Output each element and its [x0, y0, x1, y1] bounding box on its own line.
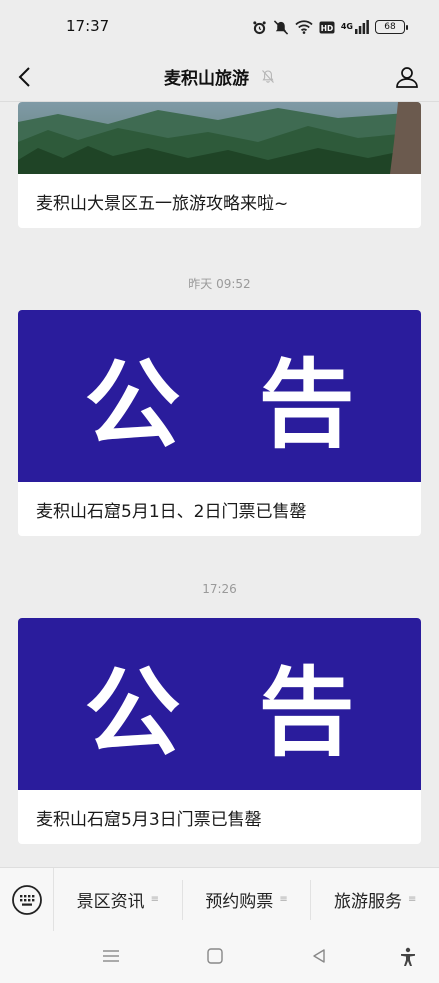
system-navigation-bar — [0, 931, 439, 983]
menu-item-label: 景区资讯 — [76, 892, 145, 912]
menu-item-label: 旅游服务 — [333, 892, 402, 912]
announcement-banner: 公 告 — [18, 618, 421, 790]
menu-item-travel-services[interactable]: 旅游服务 ≡ — [311, 880, 439, 920]
title-wrap: 麦积山旅游 — [0, 64, 439, 89]
wifi-icon — [295, 20, 313, 34]
article-card[interactable]: 公 告 麦积山石窟5月3日门票已售罄 — [18, 618, 421, 844]
accessibility-icon[interactable] — [399, 947, 417, 967]
keyboard-icon — [11, 884, 42, 915]
message-feed[interactable]: 麦积山大景区五一旅游攻略来啦~ 昨天 09:52 公 告 麦积山石窟5月1日、2… — [0, 102, 439, 867]
banner-char-right: 告 — [258, 656, 355, 769]
menu-item-scenic-news[interactable]: 景区资讯 ≡ — [54, 879, 183, 920]
announcement-banner: 公 告 — [18, 310, 421, 482]
article-card[interactable]: 公 告 麦积山石窟5月1日、2日门票已售罄 — [18, 310, 421, 536]
banner-char-right: 告 — [258, 348, 355, 461]
header-bar: 麦积山旅游 — [0, 52, 439, 102]
network-label: 4G — [340, 22, 353, 31]
banner-char-left: 公 — [84, 656, 181, 769]
signal-icon — [355, 20, 369, 34]
article-caption: 麦积山石窟5月3日门票已售罄 — [36, 809, 262, 830]
article-card[interactable]: 麦积山大景区五一旅游攻略来啦~ — [18, 102, 421, 228]
mute-bell-icon — [261, 69, 275, 89]
svg-text:HD: HD — [321, 23, 334, 32]
menu-item-label: 预约购票 — [205, 892, 274, 912]
battery-icon: 68 — [375, 20, 408, 34]
status-bar: 17:37 HD 4G 68 — [0, 0, 439, 52]
status-icons: HD 4G 68 — [252, 17, 408, 37]
submenu-marker-icon: ≡ — [407, 894, 417, 905]
alarm-icon — [253, 20, 266, 34]
menu-item-ticket-booking[interactable]: 预约购票 ≡ — [183, 879, 312, 920]
bottom-menu: 景区资讯 ≡ 预约购票 ≡ 旅游服务 ≡ — [0, 867, 439, 932]
article-caption: 麦积山石窟5月1日、2日门票已售罄 — [36, 501, 307, 522]
profile-icon — [396, 67, 418, 88]
status-time: 17:37 — [66, 17, 110, 35]
message-timestamp: 17:26 — [202, 582, 237, 596]
home-icon[interactable] — [206, 947, 224, 965]
article-caption: 麦积山大景区五一旅游攻略来啦~ — [36, 193, 289, 214]
submenu-marker-icon: ≡ — [279, 894, 288, 905]
profile-button[interactable] — [395, 64, 419, 90]
back-triangle-icon[interactable] — [310, 947, 328, 965]
article-cover-image — [18, 102, 421, 174]
keyboard-toggle-button[interactable] — [0, 867, 54, 932]
message-timestamp: 昨天 09:52 — [188, 277, 251, 291]
banner-char-left: 公 — [84, 348, 181, 461]
page-title: 麦积山旅游 — [164, 69, 250, 89]
mute-icon — [273, 19, 288, 35]
menu-icon[interactable] — [101, 947, 121, 965]
submenu-marker-icon: ≡ — [150, 894, 160, 905]
hd-icon: HD — [319, 21, 335, 33]
